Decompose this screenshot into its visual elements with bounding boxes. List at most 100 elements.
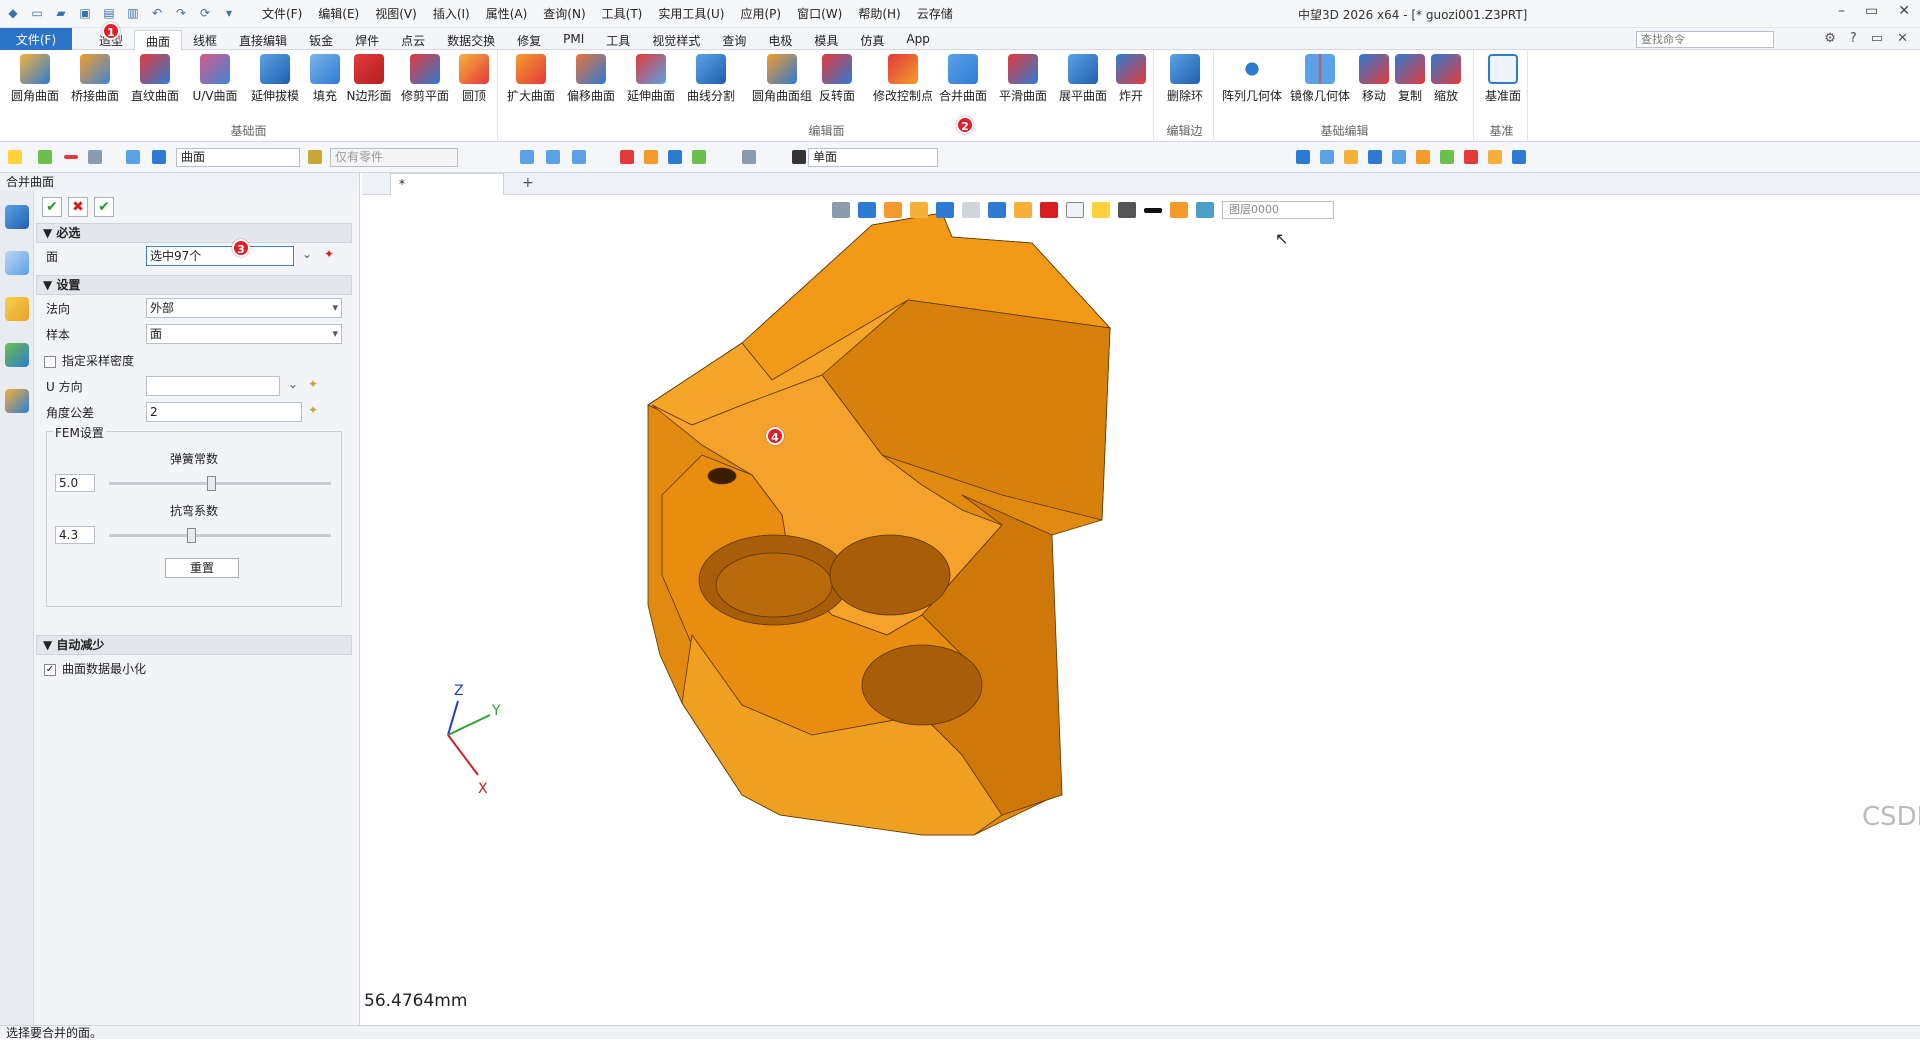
datum-plane-button[interactable]: 基准面 <box>1476 54 1530 104</box>
fillet-surface-button[interactable]: 圆角曲面 <box>8 54 62 104</box>
clock-icon[interactable] <box>742 150 756 164</box>
color-icon[interactable] <box>644 150 658 164</box>
reverse-face-button[interactable]: 反转面 <box>810 54 864 104</box>
extend-surface-button[interactable]: 延伸曲面 <box>624 54 678 104</box>
sampling-density-box[interactable] <box>44 355 56 368</box>
dome-button[interactable]: 圆顶 <box>447 54 501 104</box>
print-preview-icon[interactable]: ▥ <box>124 4 142 22</box>
tab-simulation[interactable]: 仿真 <box>849 30 895 52</box>
remove-icon[interactable] <box>64 155 78 159</box>
tab-electrode[interactable]: 电极 <box>757 30 803 52</box>
minimize-box[interactable]: ✓ <box>44 663 56 676</box>
face-input[interactable]: 选中97个 <box>146 246 294 266</box>
tab-tools[interactable]: 工具 <box>595 30 641 52</box>
u-direction-input[interactable] <box>146 376 280 396</box>
u-pick-icon[interactable]: ✦ <box>308 377 318 391</box>
cube-icon[interactable] <box>1296 150 1310 164</box>
angle-pick-icon[interactable]: ✦ <box>308 403 318 417</box>
parts-combo[interactable]: 仅有零件 <box>330 148 458 167</box>
tab-point-cloud[interactable]: 点云 <box>390 30 436 52</box>
align-2-icon[interactable] <box>546 150 560 164</box>
view-layers-icon[interactable] <box>1196 202 1214 218</box>
select-arrow-icon[interactable] <box>8 150 22 164</box>
tab-visual-style[interactable]: 视觉样式 <box>641 30 711 52</box>
tab-data-exchange[interactable]: 数据交换 <box>436 30 506 52</box>
menu-edit[interactable]: 编辑(E) <box>318 5 359 22</box>
sample-select[interactable]: 面 <box>146 324 342 344</box>
enlarge-surface-button[interactable]: 扩大曲面 <box>504 54 558 104</box>
menu-file[interactable]: 文件(F) <box>262 5 302 22</box>
bending-slider-thumb[interactable] <box>187 528 196 543</box>
tab-direct-edit[interactable]: 直接编辑 <box>228 30 298 52</box>
minimize-icon[interactable]: – <box>1838 3 1845 19</box>
tool-3-icon[interactable] <box>1464 150 1478 164</box>
new-file-icon[interactable]: ▭ <box>28 4 46 22</box>
image-library-icon[interactable] <box>5 343 29 367</box>
auto-reduce-section-header[interactable]: ▼ 自动减少 <box>36 635 352 655</box>
n-sided-surface-button[interactable]: N边形面 <box>342 54 396 104</box>
menu-apply[interactable]: 应用(P) <box>741 5 782 22</box>
selection-box-icon[interactable] <box>88 150 102 164</box>
tool-4-icon[interactable] <box>1488 150 1502 164</box>
view-cube-icon[interactable] <box>936 202 954 218</box>
view-render-icon[interactable] <box>1014 202 1032 218</box>
tree-icon[interactable] <box>5 251 29 275</box>
spring-constant-slider[interactable] <box>109 476 331 491</box>
redo-icon[interactable]: ↷ <box>172 4 190 22</box>
tab-pmi[interactable]: PMI <box>552 30 595 52</box>
image-icon[interactable] <box>692 150 706 164</box>
tool-5-icon[interactable] <box>1512 150 1526 164</box>
new-tab-icon[interactable]: + <box>522 175 534 191</box>
pick-icon[interactable] <box>620 150 634 164</box>
view-orient-icon[interactable] <box>858 202 876 218</box>
box-icon[interactable] <box>1392 150 1406 164</box>
bending-coefficient-slider[interactable] <box>109 528 331 543</box>
tab-repair[interactable]: 修复 <box>506 30 552 52</box>
menu-tools[interactable]: 工具(T) <box>602 5 643 22</box>
save-icon[interactable]: ▣ <box>76 4 94 22</box>
view-monitor-icon[interactable] <box>1118 202 1136 218</box>
reset-button[interactable]: 重置 <box>165 558 239 578</box>
pattern-geometry-button[interactable]: 阵列几何体 <box>1220 54 1284 104</box>
view-pencil-icon[interactable] <box>884 202 902 218</box>
help-icon[interactable]: ? <box>1850 31 1857 46</box>
stop-icon[interactable] <box>792 150 806 164</box>
menu-cloud[interactable]: 云存储 <box>917 5 953 22</box>
explode-button[interactable]: 炸开 <box>1104 54 1158 104</box>
menu-attribute[interactable]: 属性(A) <box>486 5 528 22</box>
tab-surface[interactable]: 曲面 <box>134 30 183 52</box>
u-double-chevron-icon[interactable]: ⌄ <box>288 377 298 391</box>
view-color-swatch-icon[interactable] <box>1170 202 1188 218</box>
pick-tool-icon[interactable]: ✦ <box>324 247 334 261</box>
part-icon[interactable] <box>5 297 29 321</box>
menu-window[interactable]: 窗口(W) <box>797 5 842 22</box>
apply-button[interactable]: ✔ <box>94 197 114 217</box>
double-chevron-icon[interactable]: ⌄ <box>302 247 312 261</box>
offset-surface-button[interactable]: 偏移曲面 <box>564 54 618 104</box>
scale-button[interactable]: 缩放 <box>1426 54 1466 104</box>
tool-icon[interactable] <box>1416 150 1430 164</box>
minimize-checkbox[interactable]: ✓ 曲面数据最小化 <box>44 660 146 677</box>
tab-weldment[interactable]: 焊件 <box>344 30 390 52</box>
move-button[interactable]: 移动 <box>1354 54 1394 104</box>
undo-icon[interactable]: ↶ <box>148 4 166 22</box>
window-close-icon[interactable]: ✕ <box>1897 31 1908 46</box>
sampling-density-checkbox[interactable]: 指定采样密度 <box>44 352 134 369</box>
command-search-input[interactable]: 查找命令 <box>1636 31 1774 48</box>
add-icon[interactable] <box>38 150 52 164</box>
tab-sheet-metal[interactable]: 钣金 <box>298 30 344 52</box>
menu-view[interactable]: 视图(V) <box>375 5 417 22</box>
maximize-icon[interactable]: ▭ <box>1865 3 1878 19</box>
delete-loop-button[interactable]: 删除环 <box>1158 54 1212 104</box>
view-back-icon[interactable] <box>832 202 850 218</box>
window-restore-icon[interactable]: ▭ <box>1871 31 1883 46</box>
trim-plane-button[interactable]: 修剪平面 <box>398 54 452 104</box>
open-folder-icon[interactable]: ▰ <box>52 4 70 22</box>
refresh-icon[interactable]: ⟳ <box>196 4 214 22</box>
angle-tolerance-input[interactable]: 2 <box>146 402 302 422</box>
cube-2-icon[interactable] <box>1320 150 1334 164</box>
cancel-button[interactable]: ✖ <box>68 197 88 217</box>
user-icon[interactable] <box>5 389 29 413</box>
filter-combo[interactable]: 曲面 <box>176 148 300 167</box>
align-3-icon[interactable] <box>572 150 586 164</box>
